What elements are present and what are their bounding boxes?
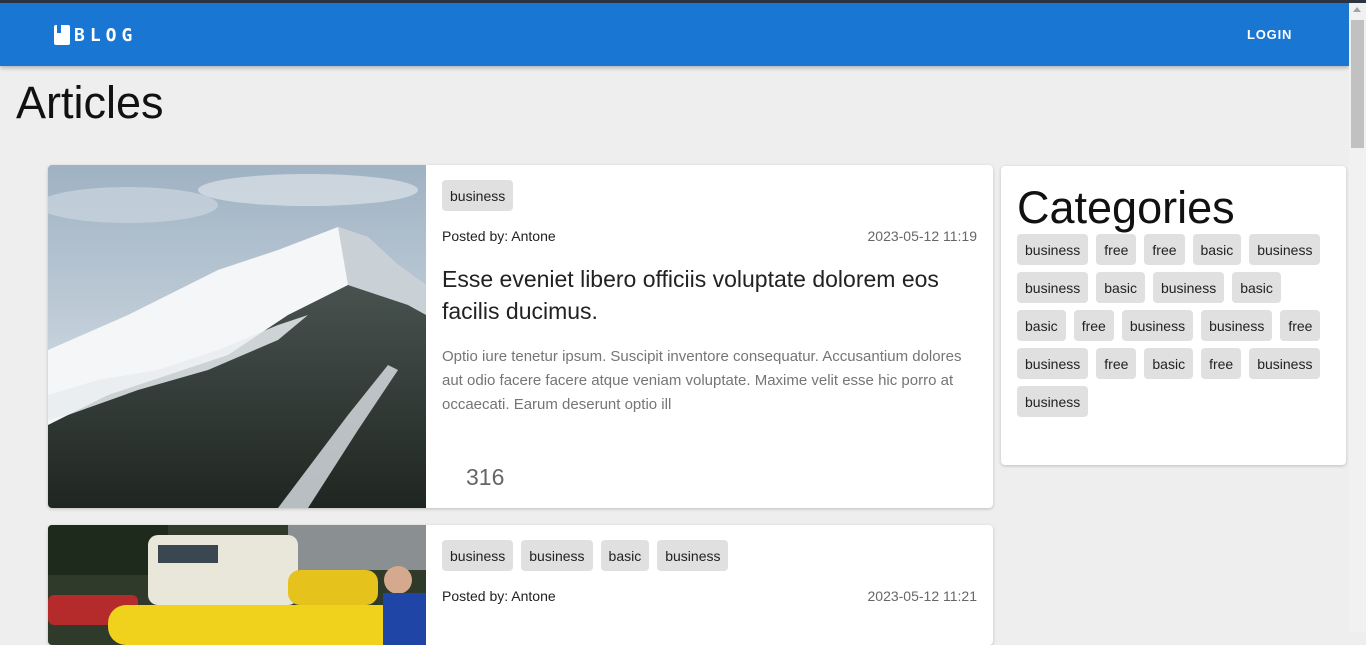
article-card[interactable]: business business basic business Posted …: [48, 525, 993, 645]
article-meta: Posted by: Antone 2023-05-12 11:21: [442, 588, 977, 604]
category-chip[interactable]: business: [1017, 234, 1089, 265]
post-date: 2023-05-12 11:21: [867, 588, 978, 604]
category-chip[interactable]: basic: [1096, 272, 1145, 303]
article-card[interactable]: business Posted by: Antone 2023-05-12 11…: [48, 165, 993, 508]
category-chip[interactable]: free: [1073, 310, 1114, 341]
bookmark-book-icon: [54, 25, 70, 45]
author-label: Posted by: Antone: [442, 228, 556, 244]
category-chip[interactable]: free: [1096, 234, 1137, 265]
logo-text: BLOG: [74, 24, 138, 46]
tag-chip[interactable]: business: [657, 540, 729, 571]
blog-logo[interactable]: BLOG: [54, 23, 137, 47]
category-chip[interactable]: business: [1249, 234, 1321, 265]
category-chip[interactable]: free: [1280, 310, 1321, 341]
login-button[interactable]: LOGIN: [1232, 22, 1307, 46]
category-chip[interactable]: business: [1249, 348, 1321, 379]
category-chip[interactable]: free: [1144, 234, 1185, 265]
tag-chip[interactable]: business: [442, 540, 514, 571]
category-chip[interactable]: business: [1017, 272, 1089, 303]
article-tags: business business basic business: [442, 540, 729, 571]
category-chip[interactable]: basic: [1232, 272, 1281, 303]
app-bar: BLOG LOGIN: [0, 3, 1349, 66]
category-chip[interactable]: business: [1201, 310, 1273, 341]
categories-panel: Categories business free free basic busi…: [1001, 166, 1346, 465]
category-chip[interactable]: basic: [1192, 234, 1242, 265]
page-title: Articles: [16, 77, 164, 128]
category-chip[interactable]: business: [1121, 310, 1194, 341]
scrollbar-thumb[interactable]: [1351, 20, 1364, 148]
category-chip[interactable]: business: [1017, 386, 1089, 417]
article-image-snowy-mountain[interactable]: [48, 165, 426, 508]
author-label: Posted by: Antone: [442, 588, 556, 604]
category-chip[interactable]: basic: [1017, 310, 1066, 341]
tag-chip[interactable]: basic: [600, 540, 650, 571]
tag-chip[interactable]: business: [442, 180, 514, 211]
article-tags: business: [442, 180, 514, 211]
view-count: 316: [466, 464, 505, 490]
category-chip[interactable]: business: [1152, 272, 1225, 303]
category-chip[interactable]: free: [1096, 348, 1137, 379]
article-title[interactable]: Esse eveniet libero officiis voluptate d…: [442, 263, 977, 327]
article-image-vintage-cars[interactable]: [48, 525, 426, 645]
article-meta: Posted by: Antone 2023-05-12 11:19: [442, 228, 977, 244]
categories-title: Categories: [1017, 182, 1235, 233]
tag-chip[interactable]: business: [521, 540, 593, 571]
category-chip-list: business free free basic business busine…: [1017, 234, 1337, 417]
category-chip[interactable]: free: [1201, 348, 1242, 379]
post-date: 2023-05-12 11:19: [867, 228, 978, 244]
scroll-up-arrow-icon[interactable]: [1353, 7, 1361, 12]
vertical-scrollbar[interactable]: [1349, 3, 1366, 632]
article-excerpt: Optio iure tenetur ipsum. Suscipit inven…: [442, 348, 962, 413]
category-chip[interactable]: basic: [1144, 348, 1194, 379]
category-chip[interactable]: business: [1017, 348, 1089, 379]
